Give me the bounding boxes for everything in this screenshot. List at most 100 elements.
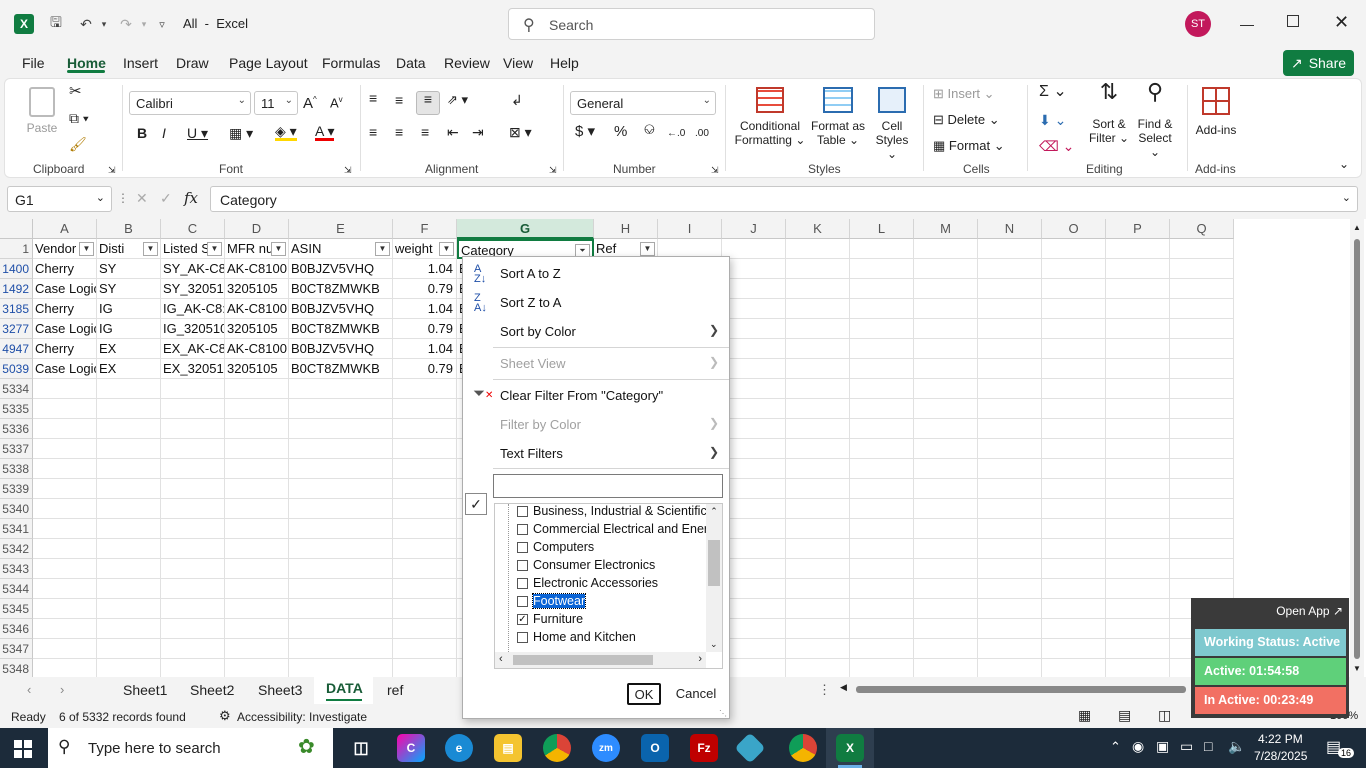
column-header-n[interactable]: N [978, 219, 1042, 239]
header-cell[interactable]: Disti ▼ [97, 239, 161, 259]
table-cell[interactable] [978, 399, 1042, 419]
table-cell[interactable] [1042, 599, 1106, 619]
cancel-button[interactable]: Cancel [671, 683, 721, 705]
redo-dropdown-icon[interactable]: ▾ [134, 14, 154, 34]
find-select-button[interactable]: ⚲ Find & Select ⌄ [1133, 81, 1177, 160]
filter-dropdown-icon[interactable]: ▼ [143, 242, 158, 256]
accessibility-icon[interactable]: ⚙ [219, 708, 231, 724]
table-cell[interactable] [1106, 659, 1170, 677]
table-cell[interactable] [978, 499, 1042, 519]
table-cell[interactable] [850, 519, 914, 539]
status-accessibility[interactable]: Accessibility: Investigate [237, 710, 367, 724]
table-cell[interactable] [393, 479, 457, 499]
table-cell[interactable] [97, 519, 161, 539]
menu-draw[interactable]: Draw [176, 55, 209, 71]
clear-icon[interactable]: ⌫ ⌄ [1039, 139, 1074, 153]
row-header[interactable]: 5336 [0, 419, 33, 439]
menu-review[interactable]: Review [444, 55, 490, 71]
table-cell[interactable] [722, 299, 786, 319]
increase-indent-icon[interactable]: ⇥ [472, 125, 484, 139]
table-cell[interactable] [850, 459, 914, 479]
table-cell[interactable] [225, 579, 289, 599]
table-cell[interactable] [786, 379, 850, 399]
table-cell[interactable] [1042, 259, 1106, 279]
copy-icon[interactable]: ⧉ ▾ [69, 111, 89, 125]
column-header-q[interactable]: Q [1170, 219, 1234, 239]
checkbox-icon[interactable] [517, 577, 528, 589]
table-cell[interactable] [1106, 399, 1170, 419]
table-cell[interactable] [786, 639, 850, 659]
table-cell[interactable] [225, 599, 289, 619]
decrease-font-icon[interactable]: Av [330, 93, 343, 110]
table-cell[interactable] [914, 539, 978, 559]
table-cell[interactable] [786, 259, 850, 279]
addins-button[interactable]: Add-ins [1191, 85, 1241, 137]
undo-icon[interactable]: ↶ [76, 14, 96, 34]
table-cell[interactable] [33, 479, 97, 499]
table-cell[interactable] [1170, 359, 1234, 379]
table-cell[interactable] [289, 379, 393, 399]
table-cell[interactable] [786, 319, 850, 339]
bold-icon[interactable]: B [137, 126, 147, 140]
header-cell[interactable] [1106, 239, 1170, 259]
table-cell[interactable] [914, 519, 978, 539]
table-cell[interactable] [850, 279, 914, 299]
filter-dropdown-icon[interactable]: ▼ [640, 242, 655, 256]
table-cell[interactable]: IG_320510 [161, 319, 225, 339]
header-cell[interactable] [1042, 239, 1106, 259]
table-cell[interactable] [978, 359, 1042, 379]
name-box[interactable]: G1 ⌄ [7, 186, 112, 212]
table-cell[interactable] [289, 479, 393, 499]
table-cell[interactable] [1170, 259, 1234, 279]
table-cell[interactable] [850, 299, 914, 319]
table-cell[interactable] [914, 659, 978, 677]
table-cell[interactable] [289, 539, 393, 559]
row-header[interactable]: 1492 [0, 279, 33, 299]
checkbox-icon[interactable] [517, 559, 528, 571]
meet-icon[interactable]: ◉ [1132, 738, 1144, 755]
table-cell[interactable] [161, 439, 225, 459]
table-cell[interactable] [1170, 539, 1234, 559]
row-header[interactable]: 5346 [0, 619, 33, 639]
app-diamond-icon[interactable] [734, 732, 766, 764]
table-cell[interactable] [978, 639, 1042, 659]
table-cell[interactable] [978, 579, 1042, 599]
table-cell[interactable]: B0BJZV5VHQ [289, 299, 393, 319]
scroll-down-icon[interactable]: ▼ [1353, 664, 1361, 673]
table-cell[interactable] [161, 599, 225, 619]
table-cell[interactable] [722, 599, 786, 619]
filter-list-item[interactable]: Computers [517, 540, 594, 554]
table-cell[interactable] [786, 299, 850, 319]
next-sheet-icon[interactable]: › [60, 682, 64, 697]
table-cell[interactable] [33, 379, 97, 399]
table-cell[interactable] [1042, 539, 1106, 559]
sort-filter-button[interactable]: ⇅ Sort & Filter ⌄ [1087, 81, 1131, 146]
table-cell[interactable] [914, 459, 978, 479]
table-cell[interactable] [393, 539, 457, 559]
table-cell[interactable] [97, 659, 161, 677]
filter-dropdown-icon[interactable]: ▼ [79, 242, 94, 256]
clock-time[interactable]: 4:22 PM [1258, 732, 1303, 746]
checkbox-icon[interactable] [517, 505, 528, 517]
table-cell[interactable] [850, 499, 914, 519]
filter-list-item[interactable]: Commercial Electrical and Energy [517, 522, 721, 536]
alignment-launcher-icon[interactable]: ⇲ [549, 163, 557, 177]
table-cell[interactable] [786, 579, 850, 599]
table-cell[interactable] [1042, 399, 1106, 419]
table-cell[interactable]: B0BJZV5VHQ [289, 339, 393, 359]
table-cell[interactable] [786, 339, 850, 359]
table-cell[interactable]: B0BJZV5VHQ [289, 259, 393, 279]
conditional-formatting-button[interactable]: Conditional Formatting ⌄ [733, 87, 807, 147]
open-app-link[interactable]: Open App ↗ [1276, 604, 1343, 618]
table-cell[interactable] [161, 499, 225, 519]
menu-formulas[interactable]: Formulas [322, 55, 380, 71]
table-cell[interactable] [722, 419, 786, 439]
table-cell[interactable] [722, 639, 786, 659]
table-cell[interactable] [161, 579, 225, 599]
table-cell[interactable] [850, 659, 914, 677]
table-cell[interactable] [722, 659, 786, 677]
table-cell[interactable] [161, 619, 225, 639]
table-cell[interactable] [97, 439, 161, 459]
page-break-view-icon[interactable]: ◫ [1158, 707, 1171, 724]
column-header-b[interactable]: B [97, 219, 161, 239]
